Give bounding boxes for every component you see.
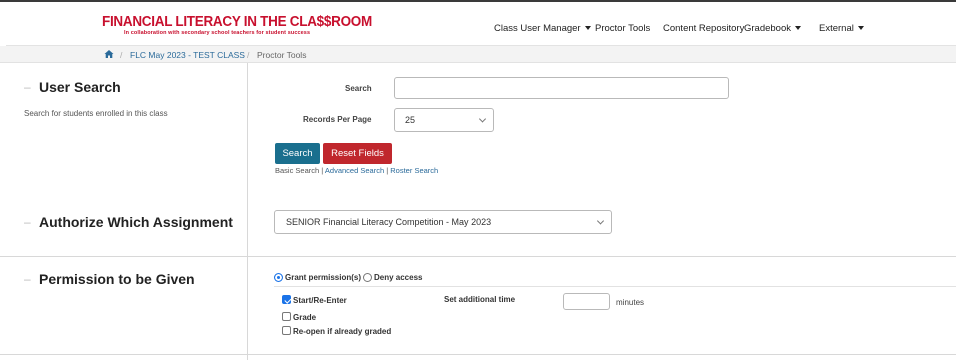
top-border [0, 0, 956, 2]
roster-search-link[interactable]: Roster Search [390, 166, 438, 175]
start-reenter-checkbox[interactable] [282, 295, 291, 304]
column-divider [247, 63, 248, 360]
search-button[interactable]: Search [275, 143, 320, 164]
records-per-page-label: Records Per Page [303, 115, 372, 124]
caret-down-icon [584, 26, 591, 30]
breadcrumb-separator: / [120, 50, 123, 60]
section-divider [0, 256, 956, 257]
grade-checkbox[interactable] [282, 312, 291, 321]
nav-class-user-manager[interactable]: Class User Manager [494, 20, 591, 36]
breadcrumb-class-link[interactable]: FLC May 2023 - TEST CLASS [130, 50, 245, 60]
reopen-label: Re-open if already graded [293, 327, 392, 336]
search-label: Search [345, 84, 372, 93]
records-per-page-value: 25 [405, 115, 416, 125]
deny-access-radio[interactable] [363, 273, 372, 282]
section-description: Search for students enrolled in this cla… [24, 109, 168, 118]
section-title-authorize: Authorize Which Assignment [39, 214, 233, 230]
nav-label: Gradebook [744, 22, 792, 34]
breadcrumb-separator: / [247, 50, 250, 60]
section-title-permission: Permission to be Given [39, 271, 195, 287]
nav-external[interactable]: External [819, 20, 864, 36]
link-separator: | [321, 166, 324, 175]
chevron-down-icon [596, 217, 605, 225]
reopen-checkbox[interactable] [282, 326, 291, 335]
nav-content-repository[interactable]: Content Repository [663, 20, 744, 36]
reset-fields-button[interactable]: Reset Fields [323, 143, 392, 164]
nav-label: Content Repository [663, 22, 745, 34]
permission-box-top-border [274, 286, 956, 287]
additional-time-label: Set additional time [444, 295, 516, 304]
records-per-page-select[interactable]: 25 [394, 108, 494, 132]
caret-down-icon [795, 26, 802, 30]
nav-gradebook[interactable]: Gradebook [744, 20, 802, 36]
search-mode-links: Basic Search | Advanced Search | Roster … [275, 166, 438, 175]
navbar: FINANCIAL LITERACY IN THE CLA$$ROOM In c… [6, 6, 956, 46]
basic-search-link[interactable]: Basic Search [275, 166, 319, 175]
home-icon[interactable] [104, 49, 114, 59]
assignment-selected-value: SENIOR Financial Literacy Competition - … [286, 217, 492, 227]
brand-subtitle: In collaboration with secondary school t… [124, 30, 311, 36]
deny-access-label: Deny access [374, 273, 423, 282]
minutes-label: minutes [616, 298, 645, 307]
collapse-dash-icon[interactable]: – [24, 272, 31, 286]
breadcrumb-current: Proctor Tools [257, 50, 307, 60]
advanced-search-link[interactable]: Advanced Search [325, 166, 384, 175]
search-input[interactable] [394, 77, 729, 99]
collapse-dash-icon[interactable]: – [24, 215, 31, 229]
assignment-select[interactable]: SENIOR Financial Literacy Competition - … [274, 210, 612, 234]
chevron-down-icon [478, 115, 487, 123]
brand-title: FINANCIAL LITERACY IN THE CLA$$ROOM [102, 14, 372, 30]
nav-label: Proctor Tools [595, 22, 651, 34]
breadcrumb: / FLC May 2023 - TEST CLASS / Proctor To… [0, 46, 956, 63]
section-title-user-search: User Search [39, 79, 121, 95]
grade-label: Grade [293, 313, 317, 322]
additional-time-input[interactable] [563, 293, 610, 310]
collapse-dash-icon[interactable]: – [24, 80, 31, 94]
start-reenter-label: Start/Re-Enter [293, 296, 347, 305]
nav-label: External [819, 22, 854, 34]
nav-label: Class User Manager [494, 22, 581, 34]
link-separator: | [386, 166, 389, 175]
grant-permission-radio[interactable] [274, 273, 283, 282]
caret-down-icon [857, 26, 864, 30]
nav-proctor-tools[interactable]: Proctor Tools [595, 20, 650, 36]
grant-permission-label: Grant permission(s) [285, 273, 362, 282]
brand-logo[interactable]: FINANCIAL LITERACY IN THE CLA$$ROOM In c… [102, 14, 372, 44]
section-divider [0, 354, 956, 355]
